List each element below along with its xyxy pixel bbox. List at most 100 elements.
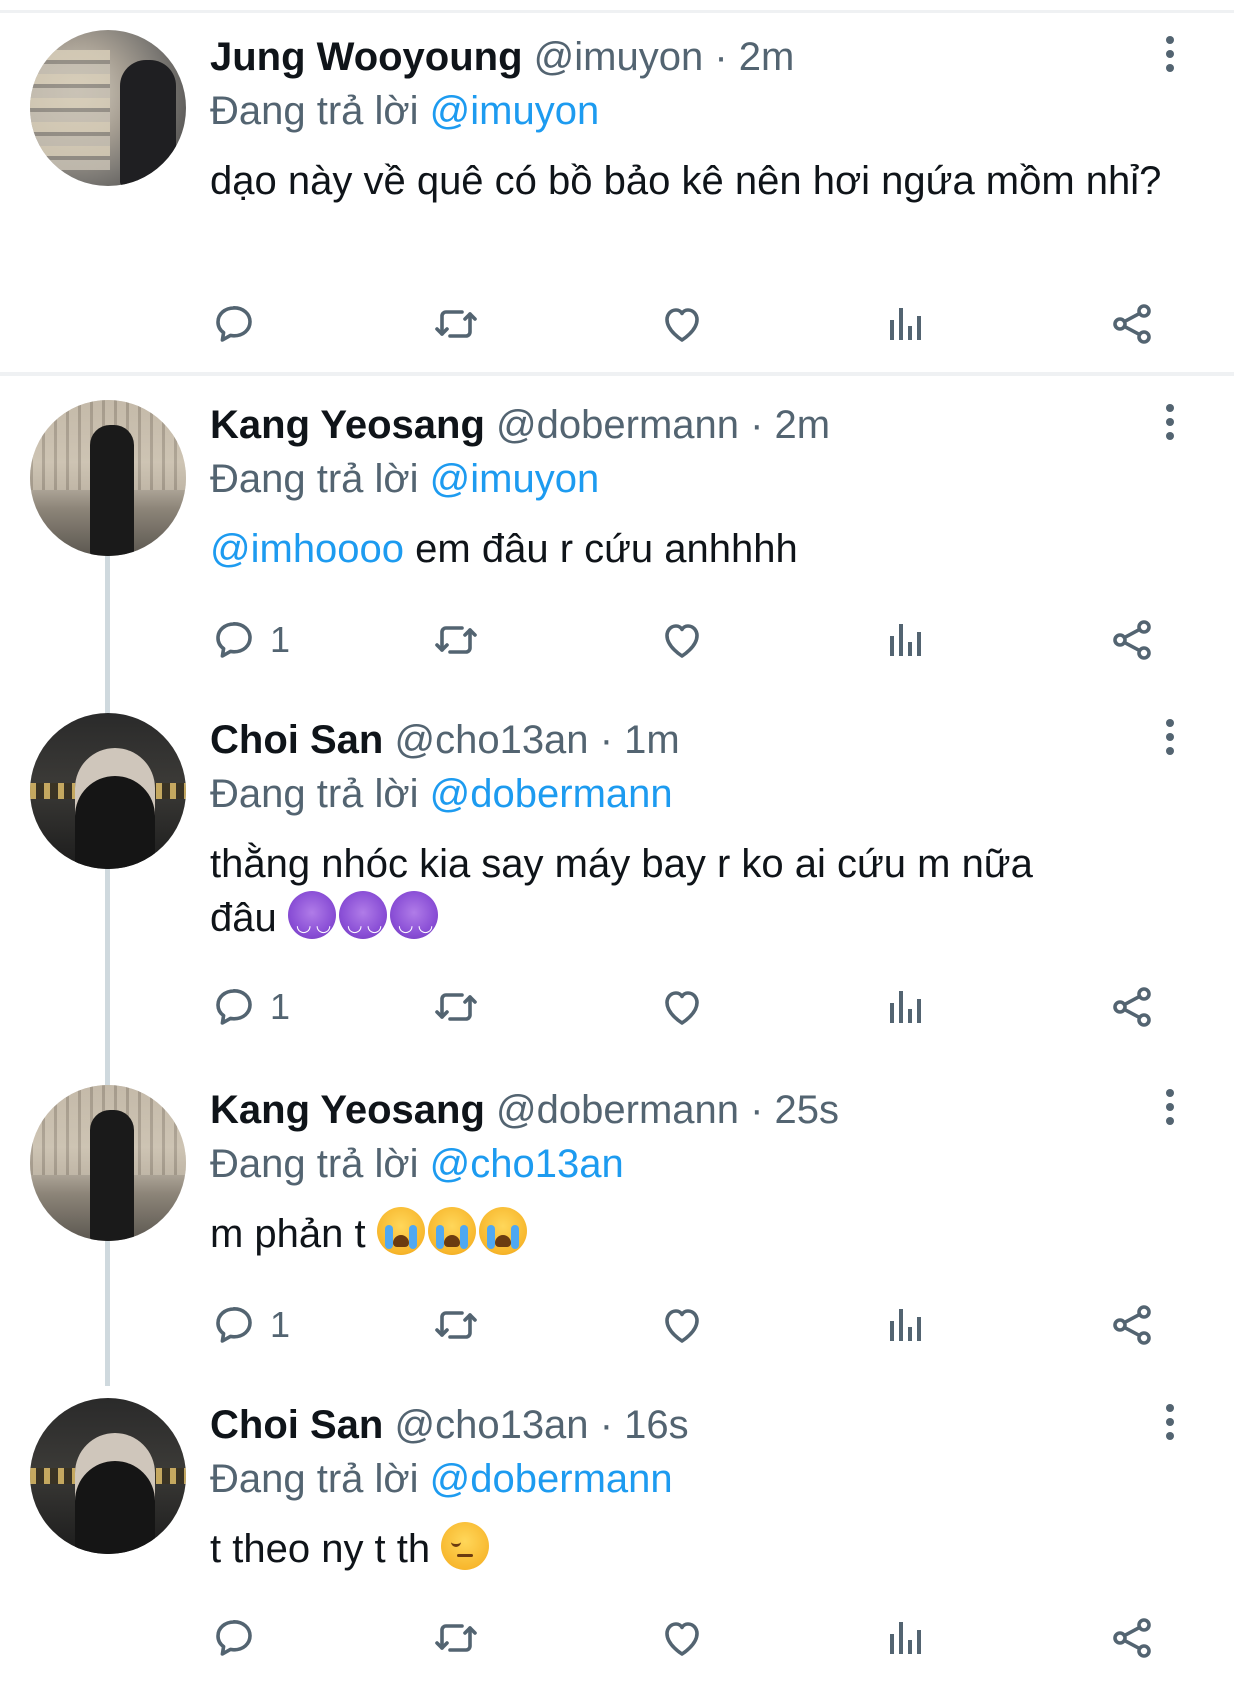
avatar[interactable] — [30, 30, 186, 186]
retweet-button[interactable] — [432, 1610, 480, 1666]
display-name[interactable]: Kang Yeosang — [210, 403, 485, 447]
heart-icon — [658, 1614, 706, 1662]
retweet-button[interactable] — [432, 979, 480, 1035]
retweet-icon — [432, 1301, 480, 1349]
timestamp[interactable]: · 2m — [714, 35, 794, 79]
tweet[interactable]: Kang Yeosang @dobermann · 2m Đang trả lờ… — [0, 398, 1234, 698]
display-name[interactable]: Jung Wooyoung — [210, 35, 523, 79]
replying-label: Đang trả lời — [210, 89, 419, 133]
more-options-icon[interactable] — [1160, 36, 1180, 80]
avatar[interactable] — [30, 1085, 186, 1241]
handle[interactable]: @cho13an — [394, 718, 588, 762]
reply-button[interactable]: 1 — [210, 979, 290, 1035]
share-icon — [1108, 1301, 1156, 1349]
share-button[interactable] — [1108, 1297, 1156, 1353]
smiling-face-with-horns-icon — [389, 891, 438, 952]
tweet-text: thằng nhóc kia say máy bay r ko ai cứu m… — [210, 837, 1200, 952]
more-options-icon[interactable] — [1160, 1089, 1180, 1133]
timestamp[interactable]: · 2m — [750, 403, 830, 447]
retweet-icon — [432, 1614, 480, 1662]
display-name[interactable]: Choi San — [210, 1403, 383, 1447]
reply-button[interactable]: 1 — [210, 612, 290, 668]
more-options-icon[interactable] — [1160, 1404, 1180, 1448]
share-icon — [1108, 300, 1156, 348]
handle[interactable]: @dobermann — [496, 403, 739, 447]
like-button[interactable] — [658, 1610, 706, 1666]
like-button[interactable] — [658, 979, 706, 1035]
replying-mention[interactable]: @dobermann — [430, 1457, 673, 1501]
mention-link[interactable]: @imhoooo — [210, 527, 404, 571]
heart-icon — [658, 616, 706, 664]
replying-to: Đang trả lời @imuyon — [210, 452, 599, 506]
tweet[interactable]: Choi San @cho13an · 1m Đang trả lời @dob… — [0, 713, 1234, 1053]
reply-button[interactable]: 1 — [210, 1297, 290, 1353]
avatar[interactable] — [30, 400, 186, 556]
tweet-text-content: m phản t — [210, 1212, 366, 1256]
timestamp[interactable]: · 1m — [600, 718, 680, 762]
display-name[interactable]: Kang Yeosang — [210, 1088, 485, 1132]
replying-mention[interactable]: @imuyon — [430, 89, 600, 133]
heart-icon — [658, 300, 706, 348]
handle[interactable]: @dobermann — [496, 1088, 739, 1132]
retweet-button[interactable] — [432, 296, 480, 352]
share-button[interactable] — [1108, 296, 1156, 352]
retweet-button[interactable] — [432, 1297, 480, 1353]
stats-icon — [882, 616, 930, 664]
action-bar — [210, 1610, 1170, 1666]
tweet[interactable]: Kang Yeosang @dobermann · 25s Đang trả l… — [0, 1083, 1234, 1383]
stats-icon — [882, 1614, 930, 1662]
reply-count: 1 — [270, 986, 291, 1027]
like-button[interactable] — [658, 612, 706, 668]
timestamp[interactable]: · 16s — [600, 1403, 689, 1447]
more-options-icon[interactable] — [1160, 719, 1180, 763]
tweet-text-line-2: đâu — [210, 891, 1200, 952]
replying-mention[interactable]: @cho13an — [430, 1142, 624, 1186]
stats-icon — [882, 983, 930, 1031]
stats-icon — [882, 1301, 930, 1349]
handle[interactable]: @imuyon — [534, 35, 704, 79]
reply-icon — [210, 300, 258, 348]
tweet[interactable]: Jung Wooyoung @imuyon · 2m Đang trả lời … — [0, 30, 1234, 370]
reply-icon — [210, 1301, 258, 1349]
retweet-button[interactable] — [432, 612, 480, 668]
loudly-crying-face-icon — [376, 1207, 425, 1255]
tweet-header: Choi San @cho13an · 1m — [210, 713, 680, 767]
more-options-icon[interactable] — [1160, 404, 1180, 448]
like-button[interactable] — [658, 296, 706, 352]
smiling-face-with-horns-icon — [338, 891, 387, 952]
stats-button[interactable] — [882, 612, 930, 668]
tweet[interactable]: Choi San @cho13an · 16s Đang trả lời @do… — [0, 1398, 1234, 1688]
stats-button[interactable] — [882, 1297, 930, 1353]
share-icon — [1108, 616, 1156, 664]
stats-icon — [882, 300, 930, 348]
reply-button[interactable] — [210, 296, 270, 352]
timestamp[interactable]: · 25s — [750, 1088, 839, 1132]
share-button[interactable] — [1108, 1610, 1156, 1666]
display-name[interactable]: Choi San — [210, 718, 383, 762]
handle[interactable]: @cho13an — [394, 1403, 588, 1447]
stats-button[interactable] — [882, 979, 930, 1035]
share-button[interactable] — [1108, 979, 1156, 1035]
tweet-header: Kang Yeosang @dobermann · 25s — [210, 1083, 839, 1137]
stats-button[interactable] — [882, 296, 930, 352]
tweet-text-content: em đâu r cứu anhhhh — [415, 527, 798, 571]
reply-count: 1 — [270, 1304, 291, 1345]
replying-mention[interactable]: @dobermann — [430, 772, 673, 816]
reply-icon — [210, 1614, 258, 1662]
replying-mention[interactable]: @imuyon — [430, 457, 600, 501]
reply-count: 1 — [270, 619, 291, 660]
reply-icon — [210, 983, 258, 1031]
retweet-icon — [432, 983, 480, 1031]
tweet-text-content: t theo ny t th — [210, 1527, 431, 1571]
retweet-icon — [432, 300, 480, 348]
share-button[interactable] — [1108, 612, 1156, 668]
like-button[interactable] — [658, 1297, 706, 1353]
avatar[interactable] — [30, 1398, 186, 1554]
stats-button[interactable] — [882, 1610, 930, 1666]
tweet-text-line: thằng nhóc kia say máy bay r ko ai cứu m… — [210, 842, 1033, 886]
smiling-face-with-horns-icon — [287, 891, 336, 952]
reply-button[interactable] — [210, 1610, 270, 1666]
replying-label: Đang trả lời — [210, 772, 419, 816]
replying-to: Đang trả lời @dobermann — [210, 1452, 673, 1506]
avatar[interactable] — [30, 713, 186, 869]
